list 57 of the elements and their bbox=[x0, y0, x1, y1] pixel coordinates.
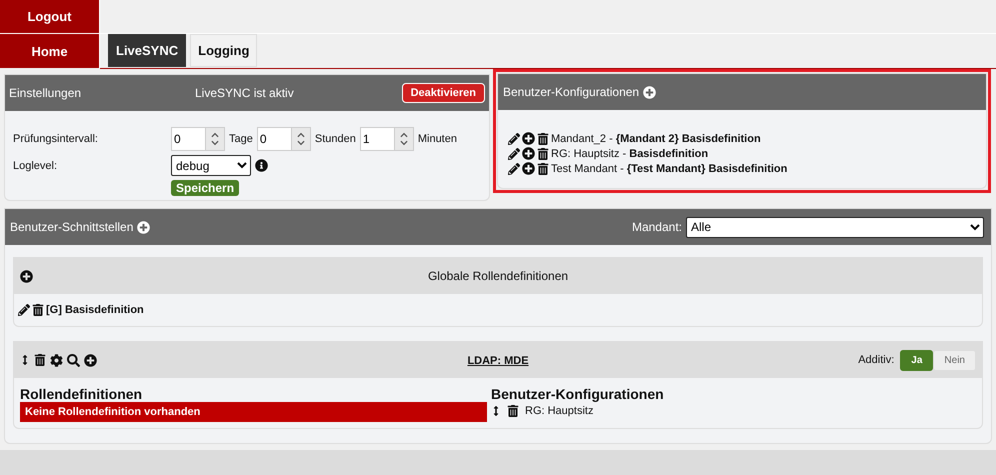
config-name: RG: Hauptsitz - Basisdefinition bbox=[551, 148, 708, 160]
panel-title: Benutzer-Konfigurationen bbox=[503, 85, 640, 99]
unit-label: Stunden bbox=[314, 133, 356, 145]
empty-message: Keine Rollendefinition vorhanden bbox=[20, 402, 487, 422]
loglevel-select[interactable]: debug bbox=[171, 155, 251, 176]
edit-icon[interactable] bbox=[508, 162, 520, 174]
trash-icon[interactable] bbox=[32, 304, 44, 316]
add-icon[interactable] bbox=[522, 147, 535, 160]
trash-icon[interactable] bbox=[537, 148, 549, 160]
column-heading: Benutzer-Konfigurationen bbox=[491, 386, 665, 402]
move-icon[interactable] bbox=[20, 355, 30, 365]
card-title: Globale Rollendefinitionen bbox=[428, 269, 568, 283]
trash-icon[interactable] bbox=[34, 354, 46, 366]
spinner-icon[interactable] bbox=[394, 127, 414, 151]
field-label: Prüfungsintervall: bbox=[13, 133, 99, 145]
deactivate-button[interactable]: Deaktivieren bbox=[402, 83, 485, 103]
home-button[interactable]: Home bbox=[0, 34, 100, 68]
trash-icon[interactable] bbox=[537, 132, 549, 144]
add-icon[interactable] bbox=[20, 270, 33, 282]
panel-title: Benutzer-Schnittstellen bbox=[10, 220, 134, 234]
move-icon[interactable] bbox=[491, 406, 501, 416]
number-field[interactable]: 0 bbox=[256, 127, 291, 151]
config-name: Mandant_2 - {Mandant 2} Basisdefinition bbox=[551, 132, 761, 144]
toggle-option[interactable]: Nein bbox=[933, 350, 976, 370]
number-field[interactable]: 1 bbox=[360, 127, 394, 151]
info-icon[interactable] bbox=[255, 159, 268, 172]
add-icon[interactable] bbox=[522, 132, 535, 145]
tab[interactable]: LiveSYNC bbox=[108, 34, 186, 67]
unit-label: Tage bbox=[229, 133, 253, 145]
add-icon[interactable] bbox=[522, 162, 535, 175]
save-button[interactable]: Speichern bbox=[171, 180, 240, 196]
trash-icon[interactable] bbox=[507, 405, 519, 417]
spinner-icon[interactable] bbox=[205, 127, 225, 151]
toggle-option[interactable]: Ja bbox=[900, 350, 934, 370]
add-icon[interactable] bbox=[84, 354, 97, 366]
config-name: Test Mandant - {Test Mandant} Basisdefinition bbox=[551, 162, 788, 174]
trash-icon[interactable] bbox=[537, 162, 549, 174]
settings-icon[interactable] bbox=[50, 354, 63, 366]
edit-icon[interactable] bbox=[508, 148, 520, 160]
ldap-link[interactable]: LDAP: MDE bbox=[467, 355, 529, 367]
column-heading: Rollendefinitionen bbox=[20, 386, 144, 402]
role-name: [G] Basisdefinition bbox=[46, 304, 144, 316]
field-label: Loglevel: bbox=[13, 160, 58, 172]
logout-button[interactable]: Logout bbox=[0, 0, 100, 33]
panel-title: Einstellungen bbox=[9, 86, 82, 100]
search-icon[interactable] bbox=[67, 354, 80, 366]
edit-icon[interactable] bbox=[18, 304, 30, 316]
field-label: Additiv: bbox=[858, 354, 894, 366]
mandant-select[interactable]: Alle bbox=[686, 216, 984, 238]
spinner-icon[interactable] bbox=[290, 127, 311, 151]
number-field[interactable]: 0 bbox=[171, 127, 205, 151]
field-label: Mandant: bbox=[632, 220, 682, 234]
config-name: RG: Hauptsitz bbox=[525, 405, 594, 417]
status-text: LiveSYNC ist aktiv bbox=[195, 86, 295, 100]
unit-label: Minuten bbox=[418, 133, 457, 145]
edit-icon[interactable] bbox=[508, 132, 520, 144]
tab[interactable]: Logging bbox=[190, 34, 258, 67]
